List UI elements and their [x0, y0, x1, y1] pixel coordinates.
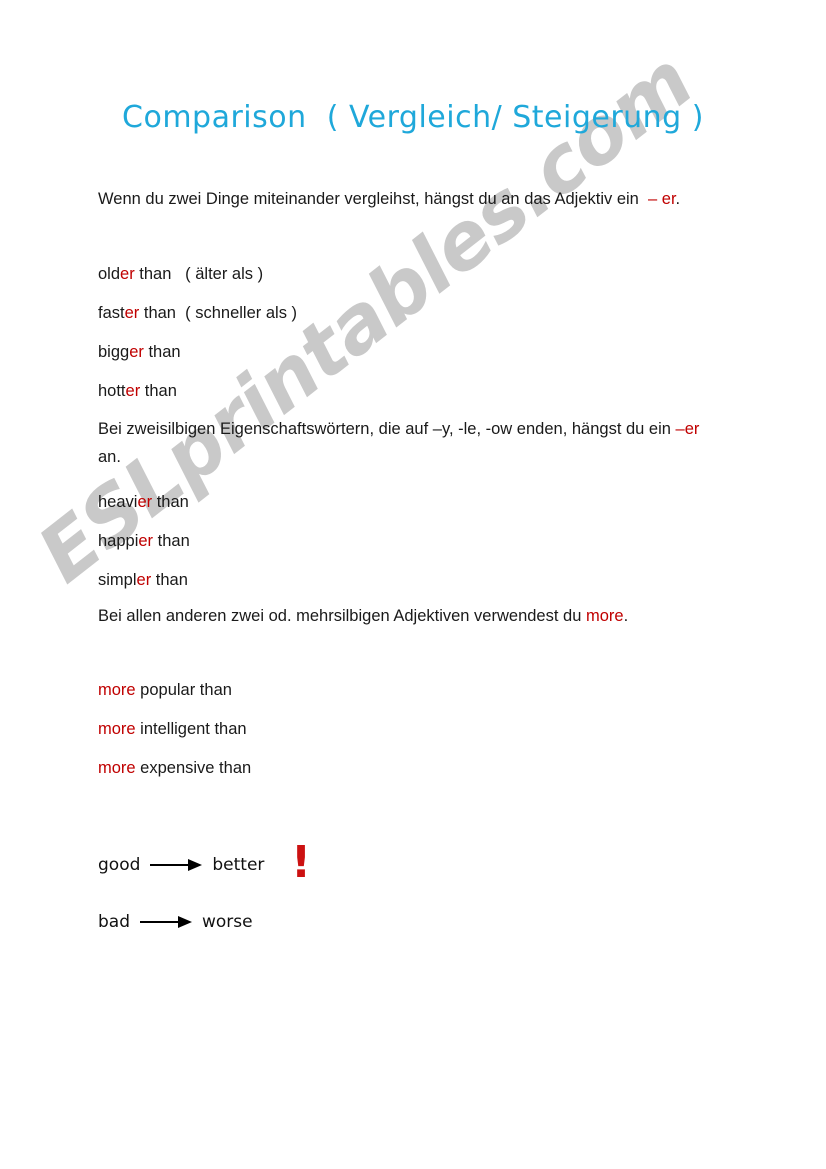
worksheet-page: ESLprintables.com Comparison ( Vergleich… [0, 0, 826, 1169]
example-item: heavier than [98, 483, 718, 522]
example-stem: more [98, 720, 136, 738]
example-stem: old [98, 265, 121, 283]
example-item: more expensive than [98, 749, 718, 788]
rule-three-paragraph: Bei allen anderen zwei od. mehrsilbigen … [98, 602, 718, 630]
rule-one-paragraph: Wenn du zwei Dinge miteinander vergleihs… [98, 185, 718, 213]
example-item: bigger than [98, 333, 718, 372]
rule-three-examples: more popular than more intelligent than … [98, 671, 718, 788]
example-tail: expensive than [135, 759, 252, 777]
rule-one-text: Wenn du zwei Dinge miteinander vergleihs… [98, 185, 718, 213]
rule-two-suffix: –er [675, 420, 700, 438]
example-item: hotter than [98, 372, 718, 411]
irregular-base: good [98, 855, 141, 875]
example-item: more intelligent than [98, 710, 718, 749]
example-ending: er [138, 532, 154, 550]
example-ending: er [136, 571, 152, 589]
example-tail: intelligent than [135, 720, 247, 738]
example-translation: ( schneller als ) [175, 304, 298, 322]
example-item: happier than [98, 522, 718, 561]
rule-three-text-end: . [623, 607, 629, 625]
page-title: Comparison ( Vergleich/ Steigerung ) [122, 100, 704, 135]
arrow-right-icon [150, 859, 203, 871]
example-ending: er [120, 265, 135, 283]
example-ending: er [125, 382, 141, 400]
example-item: older than ( älter als ) [98, 255, 718, 294]
rule-one-text-lead: Wenn du zwei Dinge miteinander vergleihs… [98, 190, 644, 208]
example-stem: hott [98, 382, 126, 400]
example-tail: than [139, 304, 176, 322]
example-tail: than [143, 343, 181, 361]
example-tail: than [140, 382, 177, 400]
example-ending: er [124, 304, 140, 322]
rule-three-text: Bei allen anderen zwei od. mehrsilbigen … [98, 602, 718, 630]
example-item: more popular than [98, 671, 718, 710]
irregular-row: bad worse [98, 912, 253, 932]
example-item: faster than ( schneller als ) [98, 294, 718, 333]
example-stem: simpl [98, 571, 137, 589]
example-tail: than [151, 571, 188, 589]
rule-three-suffix: more [585, 607, 624, 625]
example-item: simpler than [98, 561, 718, 600]
irregular-base: bad [98, 912, 130, 932]
irregular-comparative: better [212, 855, 265, 875]
example-stem: bigg [98, 343, 130, 361]
irregular-comparative: worse [202, 912, 253, 932]
example-stem: fast [98, 304, 125, 322]
example-tail: than [134, 265, 172, 283]
rule-two-paragraph: Bei zweisilbigen Eigenschaftswörtern, di… [98, 415, 718, 471]
exclamation-mark: ! [291, 837, 312, 888]
example-stem: heavi [98, 493, 138, 511]
rule-two-examples: heavier than happier than simpler than [98, 483, 718, 600]
rule-three-text-lead: Bei allen anderen zwei od. mehrsilbigen … [98, 607, 586, 625]
example-stem: more [98, 681, 136, 699]
rule-one-text-end: . [675, 190, 681, 208]
example-ending: er [129, 343, 144, 361]
example-tail: than [153, 532, 190, 550]
irregular-row: good better [98, 855, 264, 875]
arrow-right-icon [140, 916, 192, 928]
rule-two-text-lead: Bei zweisilbigen Eigenschaftswörtern, di… [98, 420, 676, 438]
rule-one-examples: older than ( älter als ) faster than ( s… [98, 255, 718, 411]
example-stem: more [98, 759, 136, 777]
example-tail: popular than [135, 681, 232, 699]
rule-two-text: Bei zweisilbigen Eigenschaftswörtern, di… [98, 415, 718, 471]
example-ending: er [137, 493, 153, 511]
example-stem: happi [98, 532, 139, 550]
rule-one-suffix: – er [643, 190, 676, 208]
example-tail: than [152, 493, 189, 511]
example-translation: ( älter als ) [171, 265, 264, 283]
